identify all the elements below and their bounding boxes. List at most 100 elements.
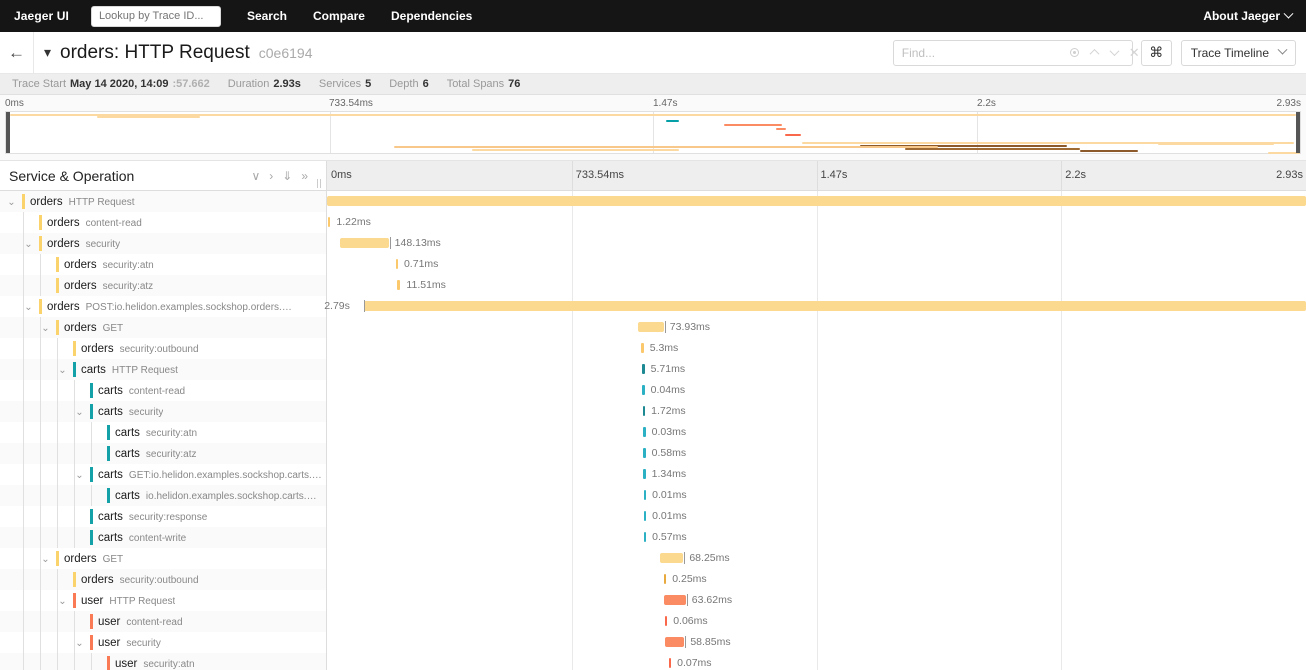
span-row-timeline-cell[interactable]: 5.71ms	[327, 359, 1306, 380]
span-duration-bar[interactable]	[327, 196, 1306, 206]
span-expand-toggle[interactable]: ⌄	[22, 240, 35, 250]
span-row-timeline-cell[interactable]: 63.62ms	[327, 590, 1306, 611]
span-row-timeline-cell[interactable]: 0.01ms	[327, 506, 1306, 527]
span-duration-bar[interactable]	[643, 532, 647, 542]
span-duration-bar[interactable]	[641, 343, 644, 353]
expand-one-icon[interactable]: ›	[269, 170, 273, 182]
minimap-drag-handle-right[interactable]	[1296, 112, 1300, 153]
jaeger-logo[interactable]: Jaeger UI	[14, 9, 69, 23]
span-row-timeline-cell[interactable]: 1.34ms	[327, 464, 1306, 485]
span-duration-bar[interactable]	[638, 322, 664, 332]
span-expand-toggle[interactable]: ⌄	[56, 366, 69, 376]
span-row-label-cell[interactable]: user content-read	[0, 611, 327, 632]
minimap-drag-handle-left[interactable]	[6, 112, 10, 153]
span-expand-toggle[interactable]: ⌄	[73, 471, 86, 481]
span-row[interactable]: ⌄ orders security 148.13ms	[0, 233, 1306, 254]
span-row[interactable]: carts io.helidon.examples.sockshop.carts.…	[0, 485, 1306, 506]
next-match-icon[interactable]	[1105, 42, 1124, 64]
span-expand-toggle[interactable]: ⌄	[39, 555, 52, 565]
span-duration-bar[interactable]	[668, 658, 672, 668]
span-duration-bar[interactable]	[364, 301, 1306, 311]
span-expand-toggle[interactable]: ⌄	[73, 639, 86, 649]
view-mode-selector[interactable]: Trace Timeline	[1180, 39, 1296, 66]
span-row[interactable]: carts security:response 0.01ms	[0, 506, 1306, 527]
prev-match-icon[interactable]	[1085, 42, 1104, 64]
expand-all-icon[interactable]: »	[301, 170, 308, 182]
span-row[interactable]: ⌄ orders POST:io.helidon.examples.sockshop…	[0, 296, 1306, 317]
trace-minimap[interactable]: 0ms 733.54ms 1.47s 2.2s 2.93s	[0, 95, 1306, 161]
timeline-scale-header[interactable]: 0ms 733.54ms 1.47s 2.2s 2.93s	[327, 161, 1306, 190]
span-row[interactable]: user security:atn 0.07ms	[0, 653, 1306, 670]
span-expand-toggle[interactable]: ⌄	[39, 324, 52, 334]
focus-target-icon[interactable]	[1065, 42, 1084, 64]
span-duration-bar[interactable]	[642, 406, 646, 416]
span-row[interactable]: carts content-read 0.04ms	[0, 380, 1306, 401]
span-row-label-cell[interactable]: user security:atn	[0, 653, 327, 670]
span-row[interactable]: orders content-read 1.22ms	[0, 212, 1306, 233]
span-row-timeline-cell[interactable]: 1.72ms	[327, 401, 1306, 422]
span-row-label-cell[interactable]: ⌄ user HTTP Request	[0, 590, 327, 611]
span-row-timeline-cell[interactable]: 0.57ms	[327, 527, 1306, 548]
span-row-timeline-cell[interactable]: 0.58ms	[327, 443, 1306, 464]
span-duration-bar[interactable]	[643, 427, 646, 437]
nav-link-compare[interactable]: Compare	[313, 9, 365, 23]
span-row-label-cell[interactable]: ⌄ orders GET	[0, 317, 327, 338]
span-row[interactable]: orders security:atz 11.51ms	[0, 275, 1306, 296]
span-row-label-cell[interactable]: ⌄ user security	[0, 632, 327, 653]
span-duration-bar[interactable]	[396, 280, 401, 290]
span-row-label-cell[interactable]: orders security:outbound	[0, 338, 327, 359]
span-duration-bar[interactable]	[395, 259, 398, 269]
span-duration-bar[interactable]	[664, 616, 668, 626]
span-rows-container[interactable]: ⌄ orders HTTP Request orders content-read 1.2…	[0, 191, 1306, 670]
span-row-label-cell[interactable]: ⌄ orders security	[0, 233, 327, 254]
collapse-one-icon[interactable]: ∨	[251, 170, 260, 182]
span-row-timeline-cell[interactable]: 2.79s	[324, 296, 1306, 317]
span-row-timeline-cell[interactable]: 0.25ms	[327, 569, 1306, 590]
back-button[interactable]: ←	[0, 31, 34, 74]
span-row[interactable]: carts content-write 0.57ms	[0, 527, 1306, 548]
span-duration-bar[interactable]	[643, 511, 647, 521]
span-expand-toggle[interactable]: ⌄	[5, 198, 18, 208]
span-row-label-cell[interactable]: carts security:response	[0, 506, 327, 527]
span-row-label-cell[interactable]: ⌄ orders HTTP Request	[0, 191, 327, 212]
span-row[interactable]: carts security:atn 0.03ms	[0, 422, 1306, 443]
span-row[interactable]: ⌄ user security 58.85ms	[0, 632, 1306, 653]
span-duration-bar[interactable]	[642, 385, 645, 395]
span-row-timeline-cell[interactable]	[327, 191, 1306, 212]
keyboard-shortcuts-button[interactable]: ⌘	[1140, 39, 1172, 66]
span-duration-bar[interactable]	[339, 238, 389, 248]
column-resize-handle[interactable]	[317, 179, 322, 188]
span-row-label-cell[interactable]: orders security:atz	[0, 275, 327, 296]
trace-id-lookup-input[interactable]	[90, 5, 221, 27]
span-row-label-cell[interactable]: carts content-read	[0, 380, 327, 401]
span-row-timeline-cell[interactable]: 58.85ms	[327, 632, 1306, 653]
span-row[interactable]: ⌄ orders GET 68.25ms	[0, 548, 1306, 569]
span-expand-toggle[interactable]: ⌄	[56, 597, 69, 607]
span-duration-bar[interactable]	[664, 595, 686, 605]
span-expand-toggle[interactable]: ⌄	[73, 408, 86, 418]
span-row-timeline-cell[interactable]: 148.13ms	[327, 233, 1306, 254]
span-row[interactable]: ⌄ orders HTTP Request	[0, 191, 1306, 212]
nav-link-search[interactable]: Search	[247, 9, 287, 23]
span-duration-bar[interactable]	[659, 553, 684, 563]
nav-link-dependencies[interactable]: Dependencies	[391, 9, 472, 23]
span-row-label-cell[interactable]: carts security:atz	[0, 443, 327, 464]
span-row-timeline-cell[interactable]: 73.93ms	[327, 317, 1306, 338]
span-row-timeline-cell[interactable]: 0.07ms	[327, 653, 1306, 670]
span-row[interactable]: ⌄ carts GET:io.helidon.examples.sockshop.c…	[0, 464, 1306, 485]
about-jaeger-menu[interactable]: About Jaeger	[1203, 8, 1294, 23]
span-expand-toggle[interactable]: ⌄	[22, 303, 35, 313]
span-duration-bar[interactable]	[642, 364, 645, 374]
span-duration-bar[interactable]	[327, 217, 331, 227]
span-duration-bar[interactable]	[664, 637, 685, 647]
span-row-label-cell[interactable]: ⌄ carts HTTP Request	[0, 359, 327, 380]
span-row-timeline-cell[interactable]: 1.22ms	[327, 212, 1306, 233]
span-row-label-cell[interactable]: ⌄ carts GET:io.helidon.examples.sockshop.c…	[0, 464, 327, 485]
span-row-timeline-cell[interactable]: 0.01ms	[327, 485, 1306, 506]
span-duration-bar[interactable]	[643, 469, 646, 479]
span-row-label-cell[interactable]: ⌄ orders POST:io.helidon.examples.sockshop…	[0, 296, 327, 317]
span-row-label-cell[interactable]: orders security:atn	[0, 254, 327, 275]
span-row[interactable]: ⌄ carts security 1.72ms	[0, 401, 1306, 422]
span-row-label-cell[interactable]: ⌄ carts security	[0, 401, 327, 422]
search-input[interactable]	[893, 45, 1065, 60]
